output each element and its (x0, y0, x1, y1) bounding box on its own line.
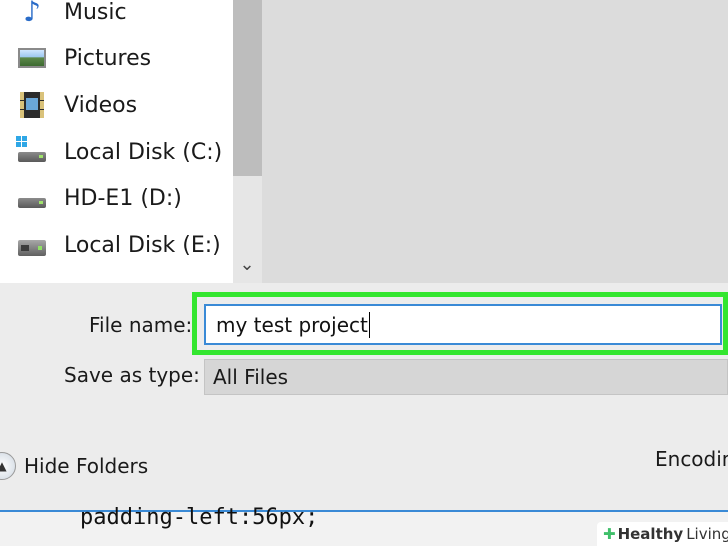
nav-item-music[interactable]: ♪ Music (16, 0, 231, 32)
nav-scrollbar-thumb[interactable] (233, 0, 262, 176)
save-as-type-select[interactable]: All Files (204, 359, 728, 395)
nav-item-local-disk-e[interactable]: Local Disk (E:) (16, 225, 231, 265)
hide-folders-label: Hide Folders (24, 454, 149, 478)
nav-item-label: Music (64, 0, 127, 25)
encoding-label: Encodin (655, 447, 728, 471)
save-file-dialog: ⌄ ♪ Music Pictures Videos Local Disk (C:… (0, 0, 728, 546)
nav-item-label: Videos (64, 92, 138, 118)
file-name-input[interactable]: my test project (204, 304, 722, 345)
file-name-label: File name: (89, 313, 193, 337)
nav-item-label: Local Disk (C:) (64, 139, 223, 165)
nav-item-label: Pictures (64, 45, 152, 71)
save-as-type-label: Save as type: (64, 363, 200, 387)
watermark: ✚ Healthy Living (597, 522, 728, 546)
watermark-brand-light: Living (686, 525, 728, 543)
videos-icon (16, 91, 48, 119)
drive-icon (16, 184, 48, 212)
chevron-down-icon[interactable]: ⌄ (236, 254, 258, 276)
nav-item-pictures[interactable]: Pictures (16, 38, 231, 78)
watermark-brand-bold: Healthy (617, 525, 684, 543)
nav-item-videos[interactable]: Videos (16, 85, 231, 125)
nav-item-hd-e1[interactable]: HD-E1 (D:) (16, 178, 231, 218)
nav-item-local-disk-c[interactable]: Local Disk (C:) (16, 132, 231, 172)
external-drive-icon (16, 231, 48, 259)
file-list-pane (262, 0, 728, 283)
nav-item-label: HD-E1 (D:) (64, 185, 182, 211)
nav-item-label: Local Disk (E:) (64, 232, 221, 258)
windows-disk-icon (16, 136, 48, 166)
text-caret (368, 311, 370, 338)
music-note-icon: ♪ (23, 0, 41, 28)
background-code-line: padding-left:56px; (80, 505, 319, 530)
chevron-up-icon: ▲ (0, 452, 16, 480)
file-name-value: my test project (216, 312, 368, 337)
pictures-icon (16, 44, 48, 72)
hide-folders-button[interactable]: ▲ Hide Folders (0, 447, 148, 485)
health-cross-icon: ✚ (603, 525, 616, 543)
save-as-type-value: All Files (213, 365, 289, 389)
